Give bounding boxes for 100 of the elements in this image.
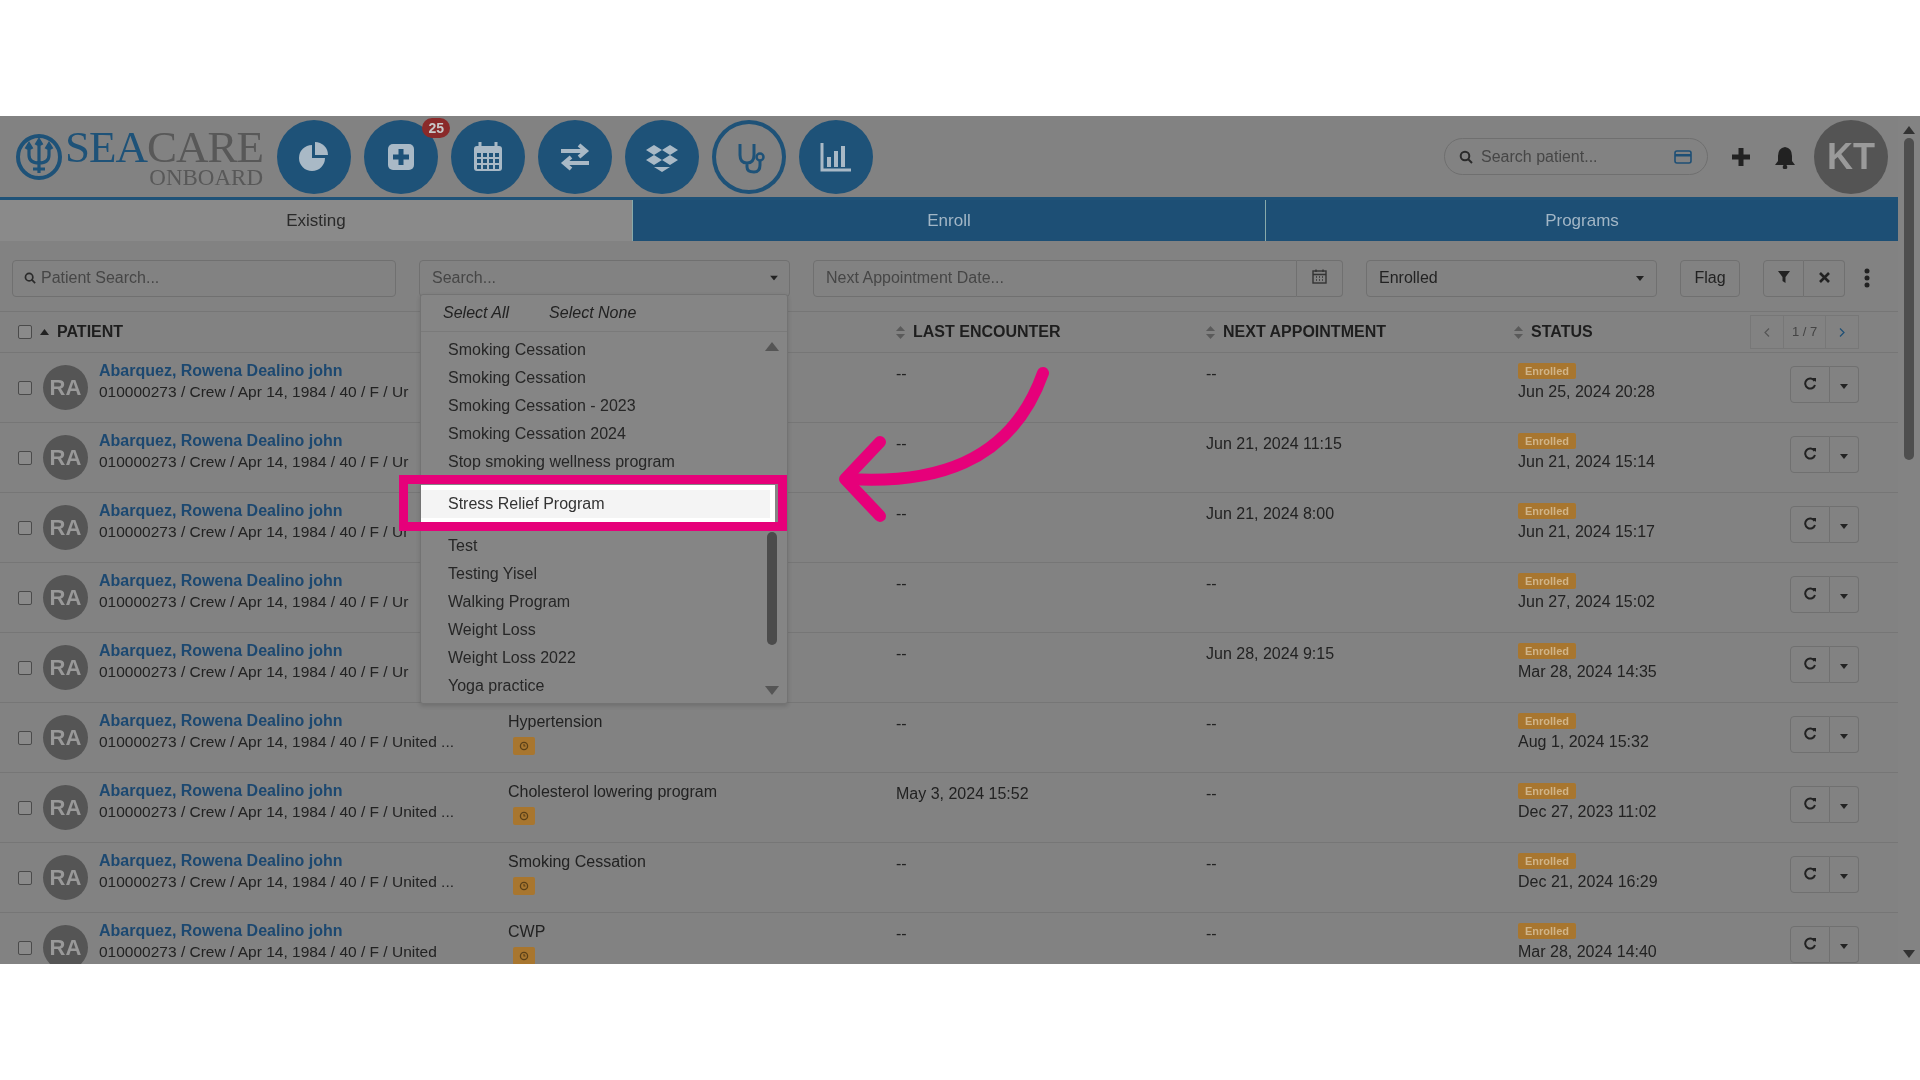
scrollbar-thumb[interactable] bbox=[1904, 138, 1914, 460]
patient-details: 010000273 / Crew / Apr 14, 1984 / 40 / F / Ur bbox=[99, 593, 409, 611]
refresh-button[interactable] bbox=[1790, 576, 1830, 613]
sort-icon[interactable] bbox=[40, 329, 49, 335]
refresh-button[interactable] bbox=[1790, 366, 1830, 403]
filter-button[interactable] bbox=[1763, 259, 1804, 297]
dropdown-toggle[interactable] bbox=[1830, 506, 1859, 543]
patient-search-field[interactable]: Patient Search... bbox=[12, 259, 396, 297]
chevron-left-icon bbox=[1764, 327, 1770, 337]
dropdown-option[interactable]: Testing Yisel bbox=[421, 560, 787, 588]
dropdown-option[interactable]: Smoking Cessation - 2023 bbox=[421, 392, 787, 420]
status-badge: Enrolled bbox=[1518, 503, 1576, 519]
caret-icon bbox=[1840, 664, 1848, 669]
dropdown-option[interactable]: Test bbox=[421, 532, 787, 560]
dropdown-toggle[interactable] bbox=[1830, 366, 1859, 403]
caret-icon bbox=[1636, 275, 1644, 281]
scroll-down-icon[interactable] bbox=[765, 686, 779, 695]
table-cell-text: -- bbox=[1206, 924, 1218, 944]
nav-button[interactable] bbox=[451, 119, 526, 194]
refresh-button[interactable] bbox=[1790, 646, 1830, 683]
table-cell-text: -- bbox=[896, 364, 908, 384]
dropdown-option[interactable]: Yoga practice bbox=[421, 672, 787, 700]
patient-name-link[interactable]: Abarquez, Rowena Dealino john bbox=[99, 432, 409, 450]
date-field[interactable]: Next Appointment Date... bbox=[813, 259, 1297, 297]
user-avatar[interactable]: KT bbox=[1814, 119, 1888, 194]
card-icon[interactable] bbox=[1674, 149, 1692, 164]
status-badge: Enrolled bbox=[1518, 573, 1576, 589]
select-none-link[interactable]: Select None bbox=[549, 304, 637, 322]
patient-name-link[interactable]: Abarquez, Rowena Dealino john bbox=[99, 852, 454, 870]
column-header[interactable]: STATUS bbox=[1531, 323, 1593, 341]
column-header[interactable]: LAST ENCOUNTER bbox=[913, 323, 1061, 341]
dropdown-option[interactable]: Weight Loss 2022 bbox=[421, 644, 787, 672]
dropdown-option[interactable]: Smoking Cessation bbox=[421, 364, 787, 392]
dropdown-option[interactable]: Smoking Cessation 2024 bbox=[421, 420, 787, 448]
more-icon[interactable] bbox=[1864, 268, 1870, 288]
dropdown-toggle[interactable] bbox=[1830, 576, 1859, 613]
flag-button[interactable]: Flag bbox=[1680, 259, 1740, 297]
scrollbar-thumb[interactable] bbox=[767, 532, 777, 645]
add-icon[interactable] bbox=[1730, 145, 1752, 168]
dropdown-toggle[interactable] bbox=[1830, 436, 1859, 473]
caret-icon bbox=[1840, 734, 1848, 739]
checkbox[interactable] bbox=[18, 730, 32, 745]
caret-icon bbox=[1840, 874, 1848, 879]
program-name: Smoking Cessation bbox=[508, 853, 646, 870]
checkbox[interactable] bbox=[18, 520, 32, 535]
checkbox[interactable] bbox=[18, 800, 32, 815]
select-all-link[interactable]: Select All bbox=[443, 304, 510, 322]
tab[interactable]: Enroll bbox=[632, 200, 1265, 241]
dropdown-toggle[interactable] bbox=[1830, 856, 1859, 893]
checkbox[interactable] bbox=[18, 660, 32, 675]
dropdown-option[interactable]: Weight Loss bbox=[421, 616, 787, 644]
sort-icon[interactable] bbox=[1206, 325, 1215, 339]
dropdown-toggle[interactable] bbox=[1830, 646, 1859, 683]
column-header[interactable]: NEXT APPOINTMENT bbox=[1223, 323, 1386, 341]
refresh-icon bbox=[1803, 516, 1817, 530]
table-cell-text: -- bbox=[896, 574, 908, 594]
patient-search-field[interactable]: Search patient... bbox=[1444, 138, 1708, 175]
patient-name-link[interactable]: Abarquez, Rowena Dealino john bbox=[99, 502, 409, 520]
scroll-down-icon[interactable] bbox=[1903, 950, 1915, 958]
patient-name-link[interactable]: Abarquez, Rowena Dealino john bbox=[99, 922, 437, 940]
scroll-up-icon[interactable] bbox=[765, 342, 779, 351]
dropdown-option[interactable]: Stop smoking wellness program bbox=[421, 448, 787, 476]
sort-icon[interactable] bbox=[1514, 325, 1523, 339]
dropdown-option[interactable]: Smoking Cessation bbox=[421, 336, 787, 364]
status-date: Dec 21, 2024 16:29 bbox=[1518, 873, 1658, 891]
checkbox[interactable] bbox=[18, 940, 32, 955]
checkbox[interactable] bbox=[18, 380, 32, 395]
checkbox[interactable] bbox=[18, 590, 32, 605]
refresh-button[interactable] bbox=[1790, 786, 1830, 823]
column-header[interactable]: PATIENT bbox=[57, 323, 124, 341]
checkbox[interactable] bbox=[18, 870, 32, 885]
refresh-button[interactable] bbox=[1790, 506, 1830, 543]
refresh-button[interactable] bbox=[1790, 436, 1830, 473]
patient-name-link[interactable]: Abarquez, Rowena Dealino john bbox=[99, 712, 454, 730]
refresh-button[interactable] bbox=[1790, 716, 1830, 753]
status-select[interactable]: Enrolled bbox=[1366, 259, 1657, 297]
dropdown-option[interactable]: Walking Program bbox=[421, 588, 787, 616]
search-icon bbox=[24, 272, 36, 284]
patient-avatar: RA bbox=[43, 435, 88, 480]
tab[interactable]: Existing bbox=[0, 200, 632, 241]
clear-button[interactable] bbox=[1804, 259, 1845, 297]
refresh-button[interactable] bbox=[1790, 856, 1830, 893]
chevron-right-icon bbox=[1839, 327, 1846, 337]
status-badge: Enrolled bbox=[1518, 853, 1576, 869]
tab[interactable]: Programs bbox=[1265, 200, 1898, 241]
checkbox[interactable] bbox=[18, 450, 32, 465]
patient-name-link[interactable]: Abarquez, Rowena Dealino john bbox=[99, 642, 409, 660]
sort-icon[interactable] bbox=[896, 325, 905, 339]
dropdown-toggle[interactable] bbox=[1830, 926, 1859, 963]
patient-name-link[interactable]: Abarquez, Rowena Dealino john bbox=[99, 572, 409, 590]
refresh-button[interactable] bbox=[1790, 926, 1830, 963]
scroll-up-icon[interactable] bbox=[1903, 126, 1915, 134]
bell-icon[interactable] bbox=[1774, 144, 1796, 169]
patient-name-link[interactable]: Abarquez, Rowena Dealino john bbox=[99, 782, 454, 800]
program-name: Hypertension bbox=[508, 713, 603, 730]
dropdown-toggle[interactable] bbox=[1830, 716, 1859, 753]
calendar-button[interactable] bbox=[1297, 259, 1343, 297]
patient-name-link[interactable]: Abarquez, Rowena Dealino john bbox=[99, 362, 409, 380]
dropdown-toggle[interactable] bbox=[1830, 786, 1859, 823]
checkbox[interactable] bbox=[18, 325, 32, 339]
